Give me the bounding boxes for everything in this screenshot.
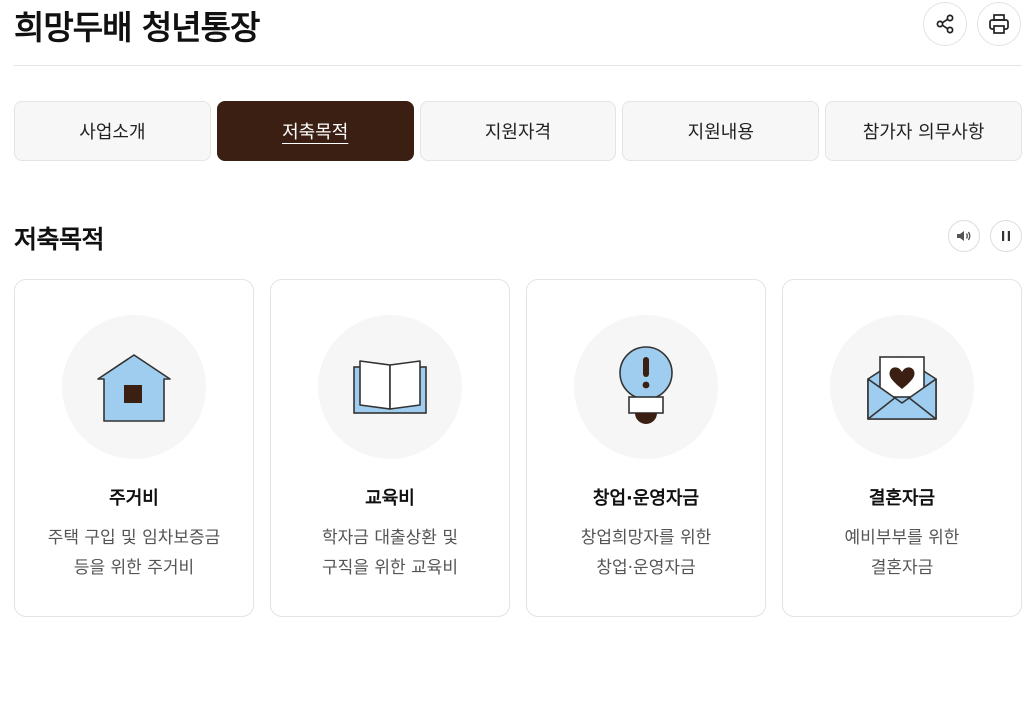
purpose-card-list: 주거비 주택 구입 및 임차보증금 등을 위한 주거비 교육비 학자금 대출상환… bbox=[14, 279, 1022, 617]
audio-play-button[interactable] bbox=[948, 220, 980, 252]
card-description-line: 구직을 위한 교육비 bbox=[322, 558, 458, 578]
house-icon bbox=[97, 354, 171, 422]
card-description: 창업희망자를 위한 창업·운영자금 bbox=[537, 523, 755, 583]
tab-support-details[interactable]: 지원내용 bbox=[622, 101, 820, 161]
share-button[interactable] bbox=[923, 2, 967, 46]
card-description-line: 학자금 대출상환 및 bbox=[322, 528, 458, 548]
card-title: 주거비 bbox=[109, 488, 159, 509]
card-startup: 창업·운영자금 창업희망자를 위한 창업·운영자금 bbox=[526, 279, 766, 617]
card-description-line: 주택 구입 및 임차보증금 bbox=[47, 528, 221, 548]
speaker-icon bbox=[957, 231, 971, 241]
section-title: 저축목적 bbox=[14, 225, 105, 254]
card-description: 학자금 대출상환 및 구직을 위한 교육비 bbox=[281, 523, 499, 583]
card-housing: 주거비 주택 구입 및 임차보증금 등을 위한 주거비 bbox=[14, 279, 254, 617]
card-description-line: 창업·운영자금 bbox=[596, 558, 696, 578]
card-icon-circle bbox=[830, 315, 974, 459]
book-icon bbox=[353, 360, 427, 414]
card-title: 창업·운영자금 bbox=[592, 488, 700, 509]
tab-bar: 사업소개 저축목적 지원자격 지원내용 참가자 의무사항 bbox=[14, 101, 1022, 161]
page: 희망두배 청년통장 사업소개 저축목적 지원자격 지원내용 참가자 의무사항 저… bbox=[0, 0, 1024, 721]
card-icon-circle bbox=[62, 315, 206, 459]
audio-pause-button[interactable] bbox=[990, 220, 1022, 252]
card-description: 예비부부를 위한 결혼자금 bbox=[793, 523, 1011, 583]
card-icon-circle bbox=[318, 315, 462, 459]
printer-icon bbox=[989, 14, 1009, 34]
pause-icon bbox=[1002, 231, 1010, 241]
card-description: 주택 구입 및 임차보증금 등을 위한 주거비 bbox=[25, 523, 243, 583]
page-header: 희망두배 청년통장 bbox=[14, 0, 1022, 66]
card-description-line: 결혼자금 bbox=[870, 558, 934, 578]
card-wedding: 결혼자금 예비부부를 위한 결혼자금 bbox=[782, 279, 1022, 617]
card-education: 교육비 학자금 대출상환 및 구직을 위한 교육비 bbox=[270, 279, 510, 617]
card-title: 결혼자금 bbox=[868, 488, 936, 509]
page-title: 희망두배 청년통장 bbox=[14, 8, 260, 47]
tab-participant-obligations[interactable]: 참가자 의무사항 bbox=[825, 101, 1022, 161]
card-description-line: 창업희망자를 위한 bbox=[580, 528, 712, 548]
tab-business-intro[interactable]: 사업소개 bbox=[14, 101, 211, 161]
card-title: 교육비 bbox=[365, 488, 415, 509]
card-description-line: 등을 위한 주거비 bbox=[73, 558, 195, 578]
share-icon bbox=[936, 14, 954, 34]
envelope-heart-icon bbox=[867, 356, 937, 420]
tab-savings-purpose[interactable]: 저축목적 bbox=[216, 101, 414, 161]
print-button[interactable] bbox=[977, 2, 1021, 46]
card-icon-circle bbox=[574, 315, 718, 459]
card-description-line: 예비부부를 위한 bbox=[844, 528, 960, 548]
tab-eligibility[interactable]: 지원자격 bbox=[419, 101, 617, 161]
lightbulb-icon bbox=[619, 346, 673, 424]
